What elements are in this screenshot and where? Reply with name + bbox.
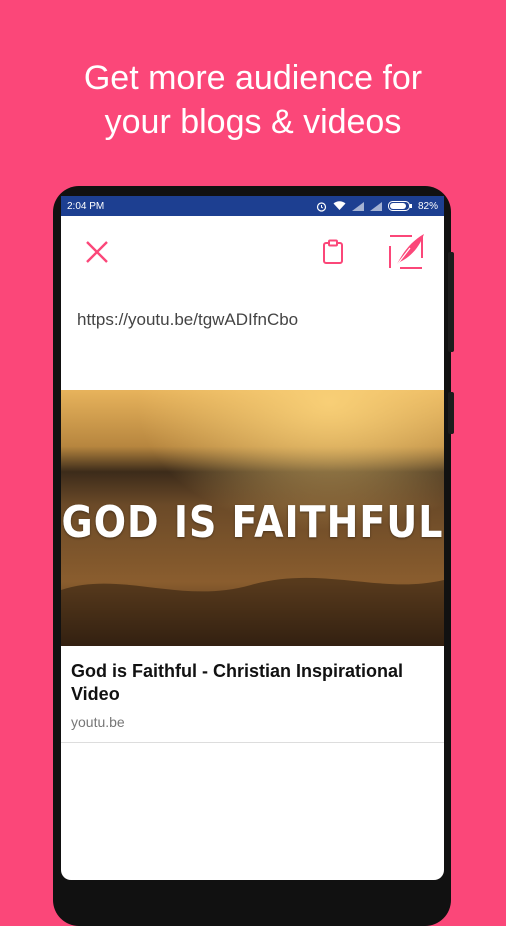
- quill-icon: [389, 234, 424, 269]
- headline-line-2: your blogs & videos: [104, 103, 402, 141]
- compose-button[interactable]: [387, 231, 427, 271]
- close-button[interactable]: [81, 236, 113, 268]
- status-time: 2:04 PM: [67, 200, 105, 212]
- card-divider: [61, 742, 444, 743]
- alarm-icon: [316, 201, 327, 212]
- link-domain: youtu.be: [71, 714, 125, 730]
- promo-headline: Get more audience for your blogs & video…: [0, 56, 506, 144]
- battery-icon: [387, 201, 412, 211]
- paste-button[interactable]: [317, 236, 349, 268]
- phone-screen: 2:04 PM 82% https://youtu.be/tgwADIfnCbo: [61, 196, 444, 880]
- link-preview-image[interactable]: GOD IS FAITHFUL: [61, 390, 444, 646]
- toolbar: [61, 216, 444, 291]
- url-field[interactable]: https://youtu.be/tgwADIfnCbo: [77, 310, 298, 330]
- thumbnail-title: GOD IS FAITHFUL: [61, 496, 444, 548]
- phone-volume-button: [448, 252, 454, 352]
- close-icon: [86, 241, 108, 263]
- signal-icon: [351, 201, 364, 211]
- clipboard-icon: [323, 239, 343, 264]
- phone-power-button: [448, 392, 454, 434]
- battery-percent: 82%: [417, 200, 438, 212]
- status-bar: 2:04 PM 82%: [61, 196, 444, 216]
- wifi-icon: [333, 201, 346, 210]
- signal-icon-2: [369, 201, 382, 211]
- link-title[interactable]: God is Faithful - Christian Inspirationa…: [71, 660, 421, 706]
- headline-line-1: Get more audience for: [83, 59, 423, 97]
